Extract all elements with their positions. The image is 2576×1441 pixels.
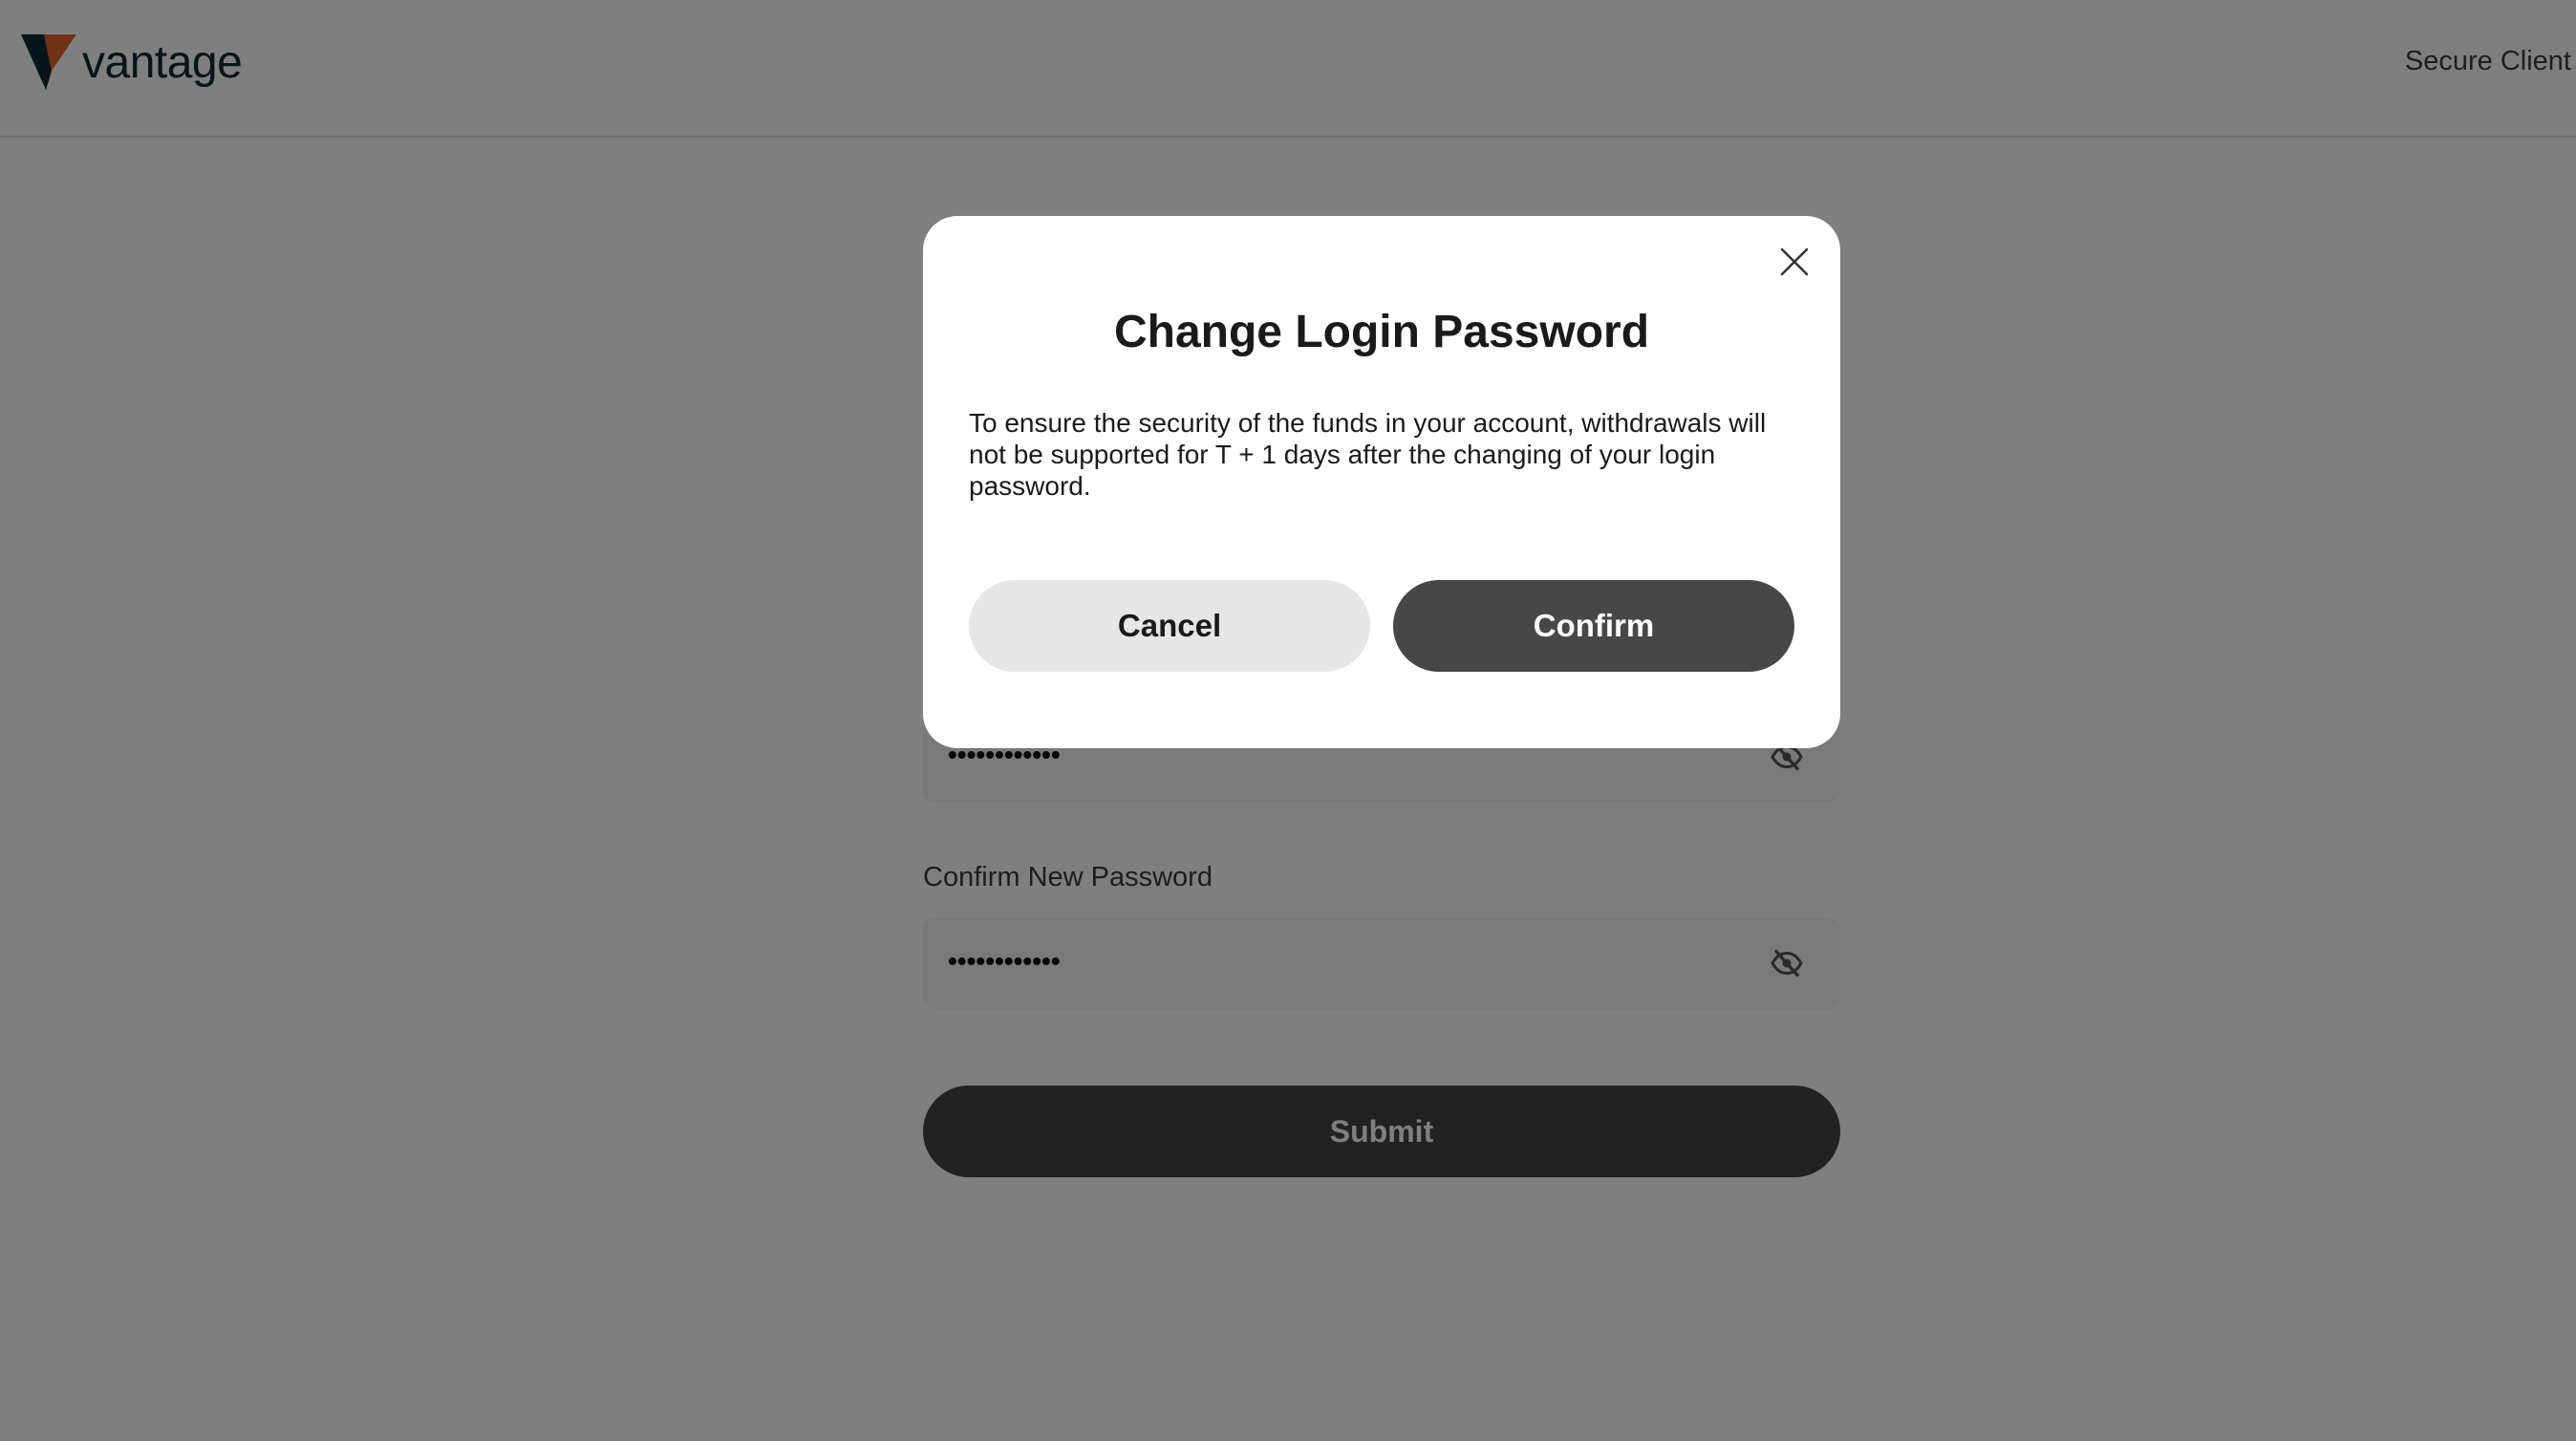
modal-message: To ensure the security of the funds in y… [969,408,1767,501]
confirm-button[interactable]: Confirm [1393,580,1794,672]
change-password-modal: Change Login Password To ensure the secu… [923,216,1840,748]
close-icon[interactable] [1777,245,1812,279]
modal-title: Change Login Password [1113,307,1650,357]
cancel-button[interactable]: Cancel [969,580,1370,672]
